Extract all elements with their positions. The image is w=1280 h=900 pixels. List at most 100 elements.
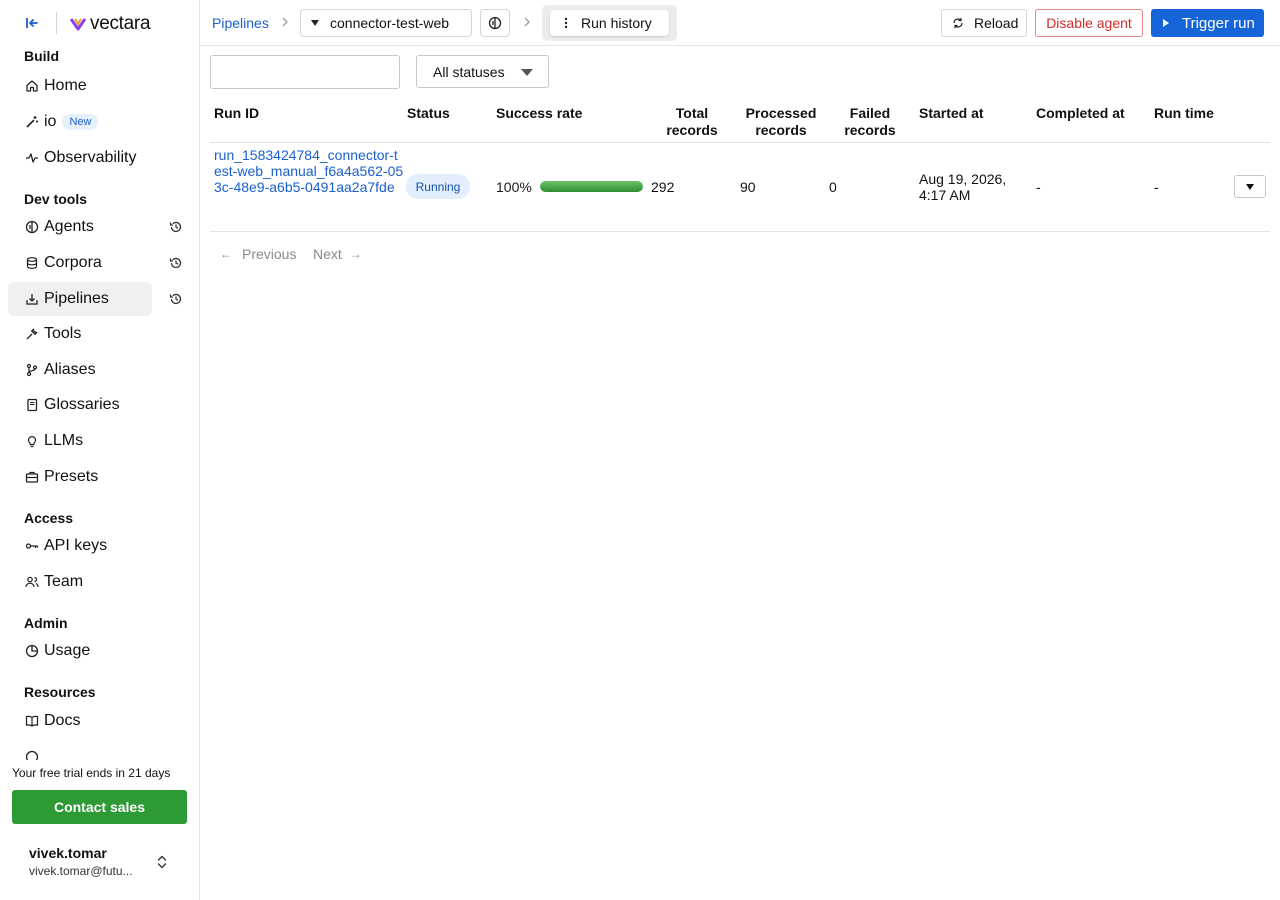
header-divider [210, 142, 1270, 143]
sidebar-item-corpora[interactable]: Corpora [8, 246, 152, 280]
caret-down-icon [311, 20, 319, 26]
column-header-completed-at: Completed at [1036, 105, 1125, 121]
view-tabs: Run history [542, 5, 677, 41]
sidebar: vectara Build Home io New Observability … [0, 0, 200, 900]
history-icon[interactable] [169, 256, 183, 270]
run-id-link[interactable]: run_1583424784_connector-test-web_manual… [214, 147, 404, 195]
disable-agent-button[interactable]: Disable agent [1035, 9, 1143, 37]
success-rate-value: 100% [496, 179, 532, 195]
agent-select[interactable]: connector-test-web [300, 9, 472, 37]
failed-records-cell: 0 [829, 179, 837, 195]
search-input[interactable] [210, 55, 400, 89]
briefcase-icon [25, 470, 39, 484]
row-actions-button[interactable] [1234, 175, 1266, 198]
sidebar-item-label: Team [44, 573, 84, 590]
status-filter-select[interactable]: All statuses [416, 55, 549, 88]
pie-chart-icon [25, 644, 39, 658]
sidebar-item-label: API keys [44, 537, 108, 554]
reload-button[interactable]: Reload [941, 9, 1027, 37]
sidebar-item-help-partial[interactable] [8, 740, 152, 760]
sidebar-item-agents[interactable]: Agents [8, 210, 152, 244]
column-header-processed-records: Processed records [745, 105, 817, 138]
trial-notice: Your free trial ends in 21 days [12, 766, 171, 780]
sidebar-item-observability[interactable]: Observability [8, 141, 152, 175]
previous-page-button[interactable]: ← Previous [220, 246, 296, 262]
column-header-total-records: Total records [666, 105, 718, 138]
top-bar: Pipelines connector-test-web Run history… [200, 0, 1280, 46]
column-header-run-time: Run time [1154, 105, 1214, 121]
sidebar-item-label: Corpora [44, 254, 102, 271]
sidebar-item-usage[interactable]: Usage [8, 634, 152, 668]
status-badge: Running [406, 174, 470, 199]
sidebar-item-tools[interactable]: Tools [8, 317, 152, 351]
sidebar-item-label: Presets [44, 468, 99, 485]
sidebar-item-docs[interactable]: Docs [8, 704, 152, 738]
sidebar-item-label: Docs [44, 712, 81, 729]
agent-info-button[interactable] [480, 9, 510, 37]
sidebar-item-presets[interactable]: Presets [8, 460, 152, 494]
sidebar-item-aliases[interactable]: Aliases [8, 353, 152, 387]
sidebar-item-pipelines[interactable]: Pipelines [8, 282, 152, 316]
sidebar-item-label: LLMs [44, 432, 84, 449]
key-icon [25, 539, 39, 553]
trigger-label: Trigger run [1182, 14, 1255, 32]
started-at-cell: Aug 19, 2026, 4:17 AM [919, 171, 1007, 203]
collapse-sidebar-icon[interactable] [24, 14, 42, 32]
download-tray-icon [25, 292, 39, 306]
column-header-run-id: Run ID [214, 105, 260, 121]
processed-records-cell: 90 [740, 179, 756, 195]
section-access: Access [24, 510, 74, 526]
chevron-right-icon [280, 15, 290, 29]
logo-text: vectara [90, 13, 151, 34]
column-header-success-rate: Success rate [496, 105, 583, 121]
database-icon [25, 256, 39, 270]
vectara-logo-mark-icon [70, 18, 86, 31]
status-filter-value: All statuses [433, 63, 505, 80]
sidebar-item-api-keys[interactable]: API keys [8, 529, 152, 563]
new-badge: New [62, 114, 99, 130]
magic-wand-icon [25, 115, 39, 129]
history-icon[interactable] [169, 292, 183, 306]
lightbulb-icon [25, 434, 39, 448]
sidebar-item-label: Pipelines [44, 290, 109, 307]
next-page-button[interactable]: Next → [313, 246, 362, 262]
sidebar-item-label: Aliases [44, 361, 96, 378]
tab-run-history[interactable]: Run history [550, 10, 669, 36]
sidebar-item-label: Usage [44, 642, 91, 659]
caret-down-icon [521, 69, 533, 76]
sidebar-footer: Your free trial ends in 21 days Contact … [0, 760, 199, 900]
sidebar-item-label: Glossaries [44, 396, 120, 413]
success-rate-bar [540, 181, 643, 192]
user-name: vivek.tomar [29, 845, 107, 861]
sidebar-nav: Build Home io New Observability Dev tool… [0, 46, 199, 760]
book-icon [25, 398, 39, 412]
sidebar-item-team[interactable]: Team [8, 565, 152, 599]
sidebar-item-home[interactable]: Home [8, 69, 152, 103]
breadcrumb-pipelines[interactable]: Pipelines [212, 15, 269, 31]
vectara-logo[interactable]: vectara [70, 13, 151, 35]
caret-down-icon [1246, 183, 1254, 190]
sidebar-item-llms[interactable]: LLMs [8, 424, 152, 458]
sidebar-item-glossaries[interactable]: Glossaries [8, 388, 152, 422]
total-records-cell: 292 [651, 179, 675, 195]
refresh-icon [953, 18, 963, 28]
wrench-icon [25, 327, 39, 341]
activity-icon [25, 151, 39, 165]
history-icon[interactable] [169, 220, 183, 234]
sidebar-header: vectara [0, 0, 199, 46]
sidebar-item-label: Home [44, 77, 87, 94]
more-vertical-icon [564, 17, 568, 29]
next-label: Next [313, 246, 342, 262]
contact-sales-button[interactable]: Contact sales [12, 790, 187, 824]
git-branch-icon [25, 363, 39, 377]
sidebar-item-label: Agents [44, 218, 94, 235]
sidebar-item-io[interactable]: io New [8, 105, 152, 139]
success-rate-fill [540, 181, 643, 192]
trigger-run-button[interactable]: Trigger run [1151, 9, 1264, 37]
completed-at-cell: - [1036, 179, 1041, 195]
sidebar-item-label: Tools [44, 325, 82, 342]
users-icon [25, 575, 39, 589]
header-divider [56, 12, 57, 34]
chevron-up-down-icon[interactable] [155, 854, 169, 870]
agent-icon [25, 220, 39, 234]
